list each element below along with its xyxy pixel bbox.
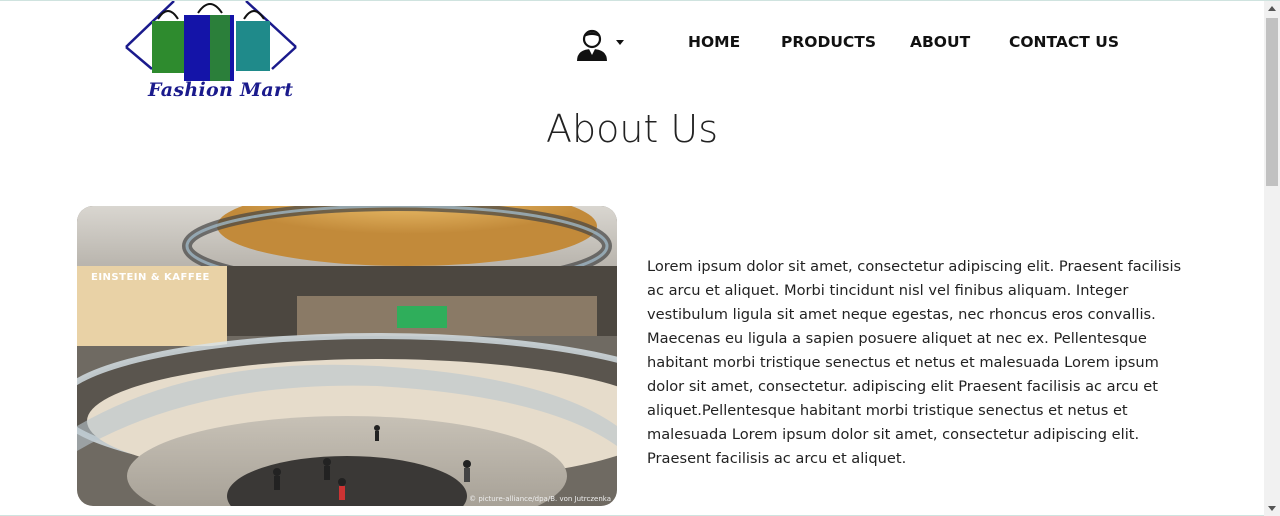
scroll-up-arrow-icon[interactable]: [1268, 6, 1276, 11]
nav-products[interactable]: PRODUCTS: [781, 33, 876, 51]
store-sign: EINSTEIN & KAFFEE: [91, 272, 210, 283]
page-viewport: Fashion Mart HOME PRODUCTS ABOUT CONTACT…: [0, 1, 1264, 516]
user-avatar-icon: [577, 29, 607, 61]
nav-home[interactable]: HOME: [688, 33, 740, 51]
nav-contact-us[interactable]: CONTACT US: [1009, 33, 1119, 51]
page-scrollbar[interactable]: [1264, 1, 1280, 516]
about-paragraph: Lorem ipsum dolor sit amet, consectetur …: [647, 258, 1182, 467]
nav-about[interactable]: ABOUT: [910, 33, 970, 51]
shopping-mall-photo: EINSTEIN & KAFFEE © picture-alliance/dpa…: [77, 206, 617, 506]
scroll-thumb[interactable]: [1266, 18, 1278, 186]
caret-down-icon: [616, 39, 624, 45]
page-title: About Us: [545, 107, 719, 151]
photo-credit: © picture-alliance/dpa/B. von Jutrczenka: [469, 495, 611, 503]
fashion-mart-logo[interactable]: Fashion Mart: [122, 1, 302, 107]
user-menu-dropdown[interactable]: [574, 27, 634, 63]
logo-text: Fashion Mart: [148, 79, 294, 101]
scroll-down-arrow-icon[interactable]: [1268, 506, 1276, 511]
